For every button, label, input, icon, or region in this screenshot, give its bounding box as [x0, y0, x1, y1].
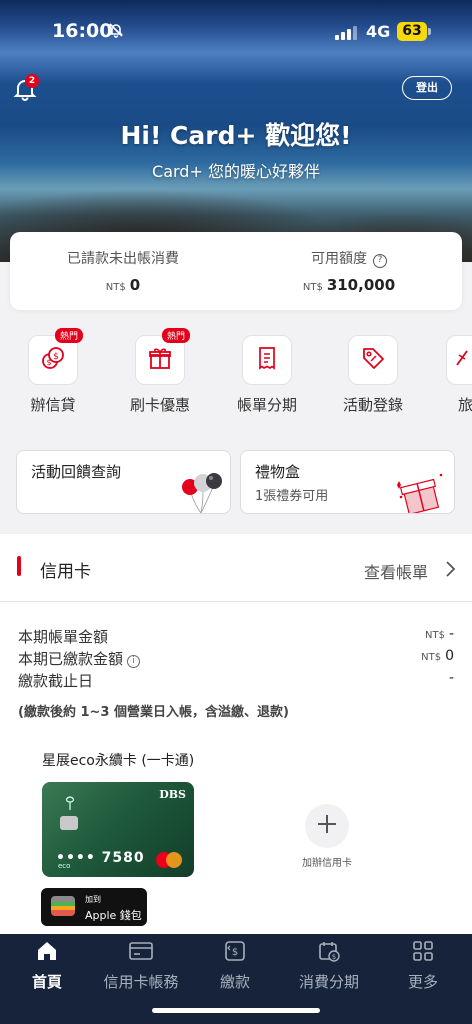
- tag-icon: [360, 345, 386, 375]
- section-accent-bar: [17, 556, 21, 576]
- wallet-line2: Apple 錢包: [85, 909, 142, 922]
- tab-label: 更多: [407, 973, 438, 991]
- credit-card-section: 信用卡 查看帳單 本期帳單金額 NT$ - 本期已繳款金額 i NT$ 0 繳款截止日…: [0, 534, 472, 934]
- calendar-dollar-icon: $: [317, 939, 341, 967]
- gift-box-icon: [391, 469, 447, 513]
- tab-home[interactable]: 首頁: [0, 940, 94, 992]
- tab-label: 首頁: [31, 973, 62, 991]
- plus-icon: [316, 813, 338, 839]
- promo-title: 禮物盒: [255, 463, 301, 481]
- promo-title: 活動回饋查詢: [31, 463, 122, 481]
- add-to-apple-wallet-button[interactable]: 加到 Apple 錢包: [41, 888, 147, 926]
- balloons-icon: [177, 465, 230, 513]
- grid-icon: [412, 940, 434, 966]
- status-bar: 16:00 4G 63: [0, 0, 472, 64]
- quick-item-label: 辦信貸: [30, 396, 76, 414]
- available-label: 可用額度: [311, 251, 367, 267]
- unbilled-currency: NT$: [105, 282, 126, 293]
- tab-label: 信用卡帳務: [103, 973, 179, 991]
- wallet-line1: 加到: [85, 895, 101, 904]
- tab-label: 消費分期: [298, 973, 359, 991]
- logout-button[interactable]: 登出: [402, 76, 452, 100]
- wallet-icon: [51, 896, 75, 916]
- credit-card-title: 信用卡: [40, 562, 91, 582]
- available-currency: NT$: [302, 282, 323, 293]
- home-indicator: [152, 1008, 320, 1013]
- quick-item-label: 刷卡優惠: [129, 396, 190, 414]
- unbilled-value: 0: [129, 276, 141, 294]
- card-name: 星展eco永續卡 (一卡通): [42, 753, 195, 769]
- gift-icon: [147, 345, 173, 375]
- quick-item-label: 活動登錄: [342, 396, 403, 414]
- row-value: -: [448, 670, 454, 686]
- add-credit-card-button[interactable]: 加辦信用卡: [298, 804, 356, 869]
- network-type: 4G: [366, 22, 391, 41]
- quick-item-event-register[interactable]: 活動登錄: [338, 335, 408, 415]
- paid-amount-row: 本期已繳款金額 i NT$ 0: [18, 648, 454, 669]
- available-value: 310,000: [326, 276, 396, 294]
- row-currency: NT$: [424, 630, 445, 641]
- leaf-icon: [62, 796, 78, 816]
- bank-logo: DBS: [159, 788, 186, 801]
- row-label: 本期已繳款金額: [18, 650, 124, 668]
- chevron-right-icon[interactable]: [444, 560, 456, 582]
- hot-badge: 熱門: [162, 328, 191, 343]
- available-section: 可用額度? NT$ 310,000: [236, 248, 462, 294]
- tab-more[interactable]: 更多: [376, 940, 470, 992]
- payment-icon: $: [223, 939, 247, 967]
- mastercard-icon-overlap: [166, 852, 182, 868]
- quick-item-installment[interactable]: 帳單分期: [232, 335, 302, 415]
- hot-badge: 熱門: [55, 328, 84, 343]
- travel-icon: [455, 345, 469, 375]
- tab-installment[interactable]: $ 消費分期: [282, 940, 376, 992]
- quick-item-loan[interactable]: $ $ 熱門 辦信貸: [18, 328, 88, 415]
- quick-item-travel[interactable]: 旅: [446, 335, 472, 415]
- quick-item-card-offers[interactable]: 熱門 刷卡優惠: [125, 328, 195, 415]
- credit-card-header: 信用卡 查看帳單: [0, 534, 472, 602]
- card-chip: [60, 816, 78, 830]
- receipt-icon: [255, 345, 279, 375]
- card-icon: [128, 940, 154, 966]
- row-label: 本期帳單金額: [18, 628, 109, 646]
- row-currency: NT$: [421, 652, 442, 663]
- greeting-subtitle: Card+ 您的暖心好夥伴: [152, 162, 320, 181]
- bill-amount-row: 本期帳單金額 NT$ -: [18, 626, 454, 647]
- row-value: -: [448, 626, 454, 642]
- unbilled-label: 已請款未出帳消費: [67, 251, 179, 267]
- greeting-title: Hi! Card+ 歡迎您!: [120, 121, 352, 150]
- promo-gift-box[interactable]: 禮物盒 1張禮券可用: [240, 450, 455, 514]
- info-icon[interactable]: i: [127, 655, 141, 668]
- battery-tip: [428, 28, 431, 35]
- coins-icon: $ $: [39, 344, 67, 376]
- bell-muted-icon: [108, 22, 124, 42]
- help-icon[interactable]: ?: [373, 254, 387, 268]
- balance-card: 已請款未出帳消費 NT$ 0 可用額度? NT$ 310,000: [10, 232, 462, 310]
- row-value: 0: [445, 648, 454, 664]
- payment-note: (繳款後約 1~3 個營業日入帳，含溢繳、退款): [18, 705, 289, 720]
- notification-badge: 2: [25, 74, 39, 88]
- status-time: 16:00: [52, 20, 113, 42]
- credit-card-image[interactable]: DBS •••• 7580 eco: [42, 782, 194, 877]
- svg-text:$: $: [332, 953, 336, 961]
- svg-text:$: $: [46, 358, 51, 367]
- svg-text:$: $: [53, 352, 59, 362]
- view-bill-link[interactable]: 查看帳單: [364, 559, 428, 583]
- tab-payment[interactable]: $ 繳款: [188, 940, 282, 992]
- eco-label: eco: [58, 862, 71, 870]
- quick-menu: $ $ 熱門 辦信貸 熱門 刷卡優惠 帳單分期 活動登錄 旅: [0, 328, 472, 422]
- promo-subtitle: 1張禮券可用: [255, 489, 329, 504]
- home-icon: [35, 939, 59, 967]
- tab-card-account[interactable]: 信用卡帳務: [94, 940, 188, 992]
- row-label: 繳款截止日: [18, 672, 94, 690]
- quick-item-label: 旅: [458, 396, 472, 414]
- due-date-row: 繳款截止日 -: [18, 670, 454, 691]
- battery-icon: 63: [397, 22, 427, 41]
- signal-icon: [335, 25, 357, 44]
- unbilled-section: 已請款未出帳消費 NT$ 0: [10, 248, 236, 294]
- promo-reward-query[interactable]: 活動回饋查詢: [16, 450, 231, 514]
- quick-item-label: 帳單分期: [236, 396, 297, 414]
- svg-text:$: $: [232, 947, 238, 958]
- tab-label: 繳款: [219, 973, 250, 991]
- add-card-label: 加辦信用卡: [302, 858, 352, 869]
